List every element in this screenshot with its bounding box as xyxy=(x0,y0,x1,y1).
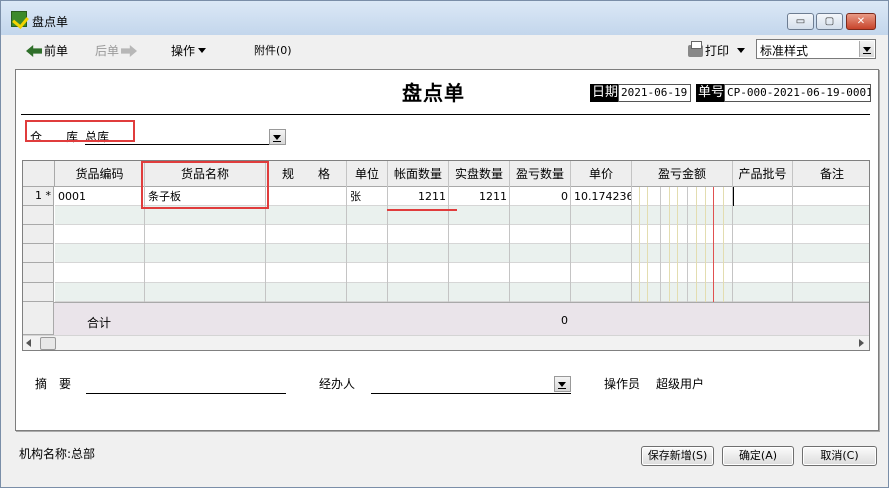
org-label: 机构名称: xyxy=(19,447,72,461)
row-header[interactable]: 1 * xyxy=(23,187,54,206)
attachments-button[interactable]: 附件(0) xyxy=(254,42,292,58)
maximize-button[interactable]: ▢ xyxy=(816,13,843,30)
arrow-left-icon xyxy=(26,45,42,57)
total-label: 合计 xyxy=(87,316,112,330)
row-header[interactable] xyxy=(23,263,54,283)
app-icon xyxy=(11,11,27,27)
scroll-left-icon[interactable] xyxy=(26,339,31,347)
warehouse-dropdown-icon[interactable] xyxy=(269,129,286,145)
title-bar: 盘点单 ▭ ▢ ✕ xyxy=(1,1,888,35)
summary-underline xyxy=(86,393,286,394)
row-header[interactable] xyxy=(23,244,54,263)
row-header[interactable] xyxy=(23,225,54,244)
grid-corner xyxy=(23,161,55,187)
cell-note[interactable] xyxy=(793,187,869,206)
operator-label: 操作员 xyxy=(604,377,641,391)
warehouse-underline xyxy=(85,144,286,145)
number-field[interactable]: CP-000-2021-06-19-0001 xyxy=(724,84,871,102)
highlight-box-name xyxy=(141,161,269,209)
total-diff-qty: 0 xyxy=(561,314,568,327)
print-style-select[interactable]: 标准样式 xyxy=(756,39,876,59)
date-label: 日期 xyxy=(590,84,621,102)
date-field[interactable]: 2021-06-19 xyxy=(618,84,691,102)
row-header[interactable] xyxy=(23,206,54,225)
scroll-thumb[interactable] xyxy=(40,337,56,350)
printer-icon xyxy=(688,41,703,57)
document-title: 盘点单 xyxy=(402,81,465,105)
arrow-right-icon xyxy=(121,45,138,57)
dropdown-arrow-icon[interactable] xyxy=(859,41,874,57)
toolbar: 前单 后单 操作 附件(0) 打印 xyxy=(1,35,888,65)
col-header-note[interactable]: 备注 xyxy=(793,161,869,187)
next-button[interactable]: 后单 xyxy=(95,42,138,59)
row-header xyxy=(23,302,54,335)
org-value: 总部 xyxy=(71,447,96,461)
cancel-button[interactable]: 取消(C) xyxy=(802,446,877,466)
highlight-underline-book-qty xyxy=(387,209,457,211)
operator-value: 超级用户 xyxy=(656,377,705,391)
save-new-button[interactable]: 保存新增(S) xyxy=(641,446,714,466)
window-title: 盘点单 xyxy=(32,15,69,29)
operations-menu[interactable]: 操作 xyxy=(171,42,207,59)
handler-dropdown-icon[interactable] xyxy=(554,376,571,392)
number-label: 单号 xyxy=(696,84,727,102)
minimize-button[interactable]: ▭ xyxy=(787,13,814,30)
horizontal-scrollbar[interactable] xyxy=(23,335,869,350)
prev-button[interactable]: 前单 xyxy=(26,42,68,59)
window: 盘点单 ▭ ▢ ✕ 前单 后单 操作 附件(0) 打印 标准样式 盘点单 日期 … xyxy=(0,0,889,488)
org-status: 机构名称:总部 xyxy=(19,445,95,462)
handler-underline xyxy=(371,393,571,394)
handler-label: 经办人 xyxy=(319,377,356,391)
highlight-box-warehouse xyxy=(25,120,135,142)
header-divider xyxy=(21,114,870,115)
row-header[interactable] xyxy=(23,283,54,302)
summary-label: 摘 要 xyxy=(35,377,72,391)
confirm-button[interactable]: 确定(A) xyxy=(722,446,794,466)
chevron-down-icon xyxy=(198,48,207,53)
total-row xyxy=(23,302,869,335)
close-button[interactable]: ✕ xyxy=(846,13,876,30)
scroll-right-icon[interactable] xyxy=(859,339,864,347)
chevron-down-icon xyxy=(737,48,746,53)
print-button[interactable]: 打印 xyxy=(688,41,746,59)
